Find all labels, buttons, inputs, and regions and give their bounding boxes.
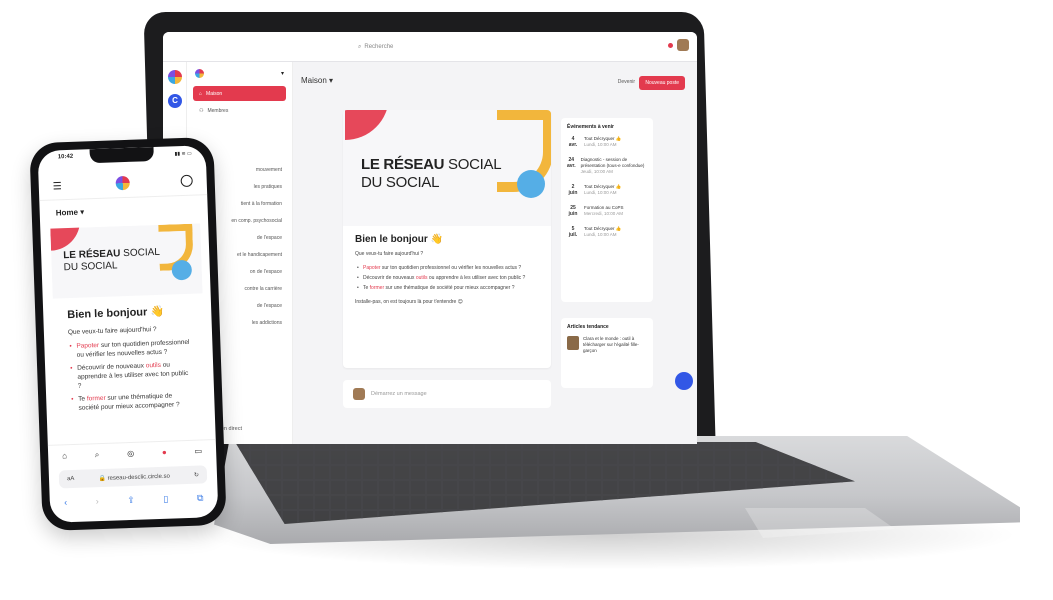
chat-icon[interactable]: ◎ (127, 449, 134, 458)
forward-icon[interactable]: › (96, 496, 99, 506)
home-icon: ⌂ (199, 90, 203, 97)
share-icon[interactable]: ⇪ (127, 494, 135, 505)
text-size-button[interactable]: aA (67, 476, 75, 482)
phone-notch (89, 146, 154, 164)
event-date: 24 avr. (567, 157, 576, 169)
list-item: Te former sur une thématique de société … (56, 388, 207, 415)
event-date: 2 juin (568, 184, 578, 196)
phone: 10:42 ▮▮ ≋ ▭ ☰ Home ▾ LE RÉSEAU SOCIAL D… (29, 136, 227, 532)
brand-logo-icon (195, 68, 204, 78)
list-item[interactable]: 25 juin Formation au CoPS Mercredi, 10:00 … (567, 205, 647, 217)
reload-icon[interactable]: ↻ (194, 471, 199, 478)
search-icon: ⌕ (358, 43, 362, 50)
url-text: 🔒 reseau-desclic.circle.so (98, 473, 170, 482)
banner: LE RÉSEAU SOCIAL DU SOCIAL (343, 110, 551, 226)
laptop-screen: ⌕ Recherche C ▾ ⌂ Maison ⚇ Membres mouve… (163, 32, 697, 444)
message-input[interactable]: Démarrez un message (343, 380, 551, 408)
chevron-down-icon: ▾ (280, 70, 284, 77)
sidebar-item-membres[interactable]: ⚇ Membres (193, 103, 286, 118)
tabs-icon[interactable]: ⧉ (197, 492, 204, 503)
notification-icon[interactable]: ● (162, 448, 167, 457)
lock-icon: 🔒 (98, 475, 107, 482)
page-title[interactable]: Maison ▾ (301, 76, 333, 85)
user-icon[interactable] (180, 174, 193, 188)
status-time: 10:42 (57, 153, 74, 161)
messages-icon[interactable]: ▭ (194, 446, 202, 455)
articles-title: Articles tendance (567, 324, 609, 330)
link-former[interactable]: former (87, 395, 106, 403)
upcoming-events: Événements à venir 4 avr. Tout Décryquer … (561, 118, 653, 302)
list-item[interactable]: 4 avr. Tout Décryquer 👍 Lundi, 10:00 AM (567, 136, 647, 148)
search-icon[interactable]: ⌕ (95, 450, 100, 460)
banner-blue-shape (517, 170, 545, 198)
avatar (353, 388, 365, 400)
link-papoter[interactable]: Papoter (363, 265, 381, 271)
chat-fab-button[interactable] (675, 372, 693, 390)
trending-articles: Articles tendance Clara et le monde : ou… (561, 318, 653, 388)
link-outils[interactable]: outils (416, 275, 428, 281)
event-date: 4 avr. (568, 136, 578, 148)
welcome-question: Que veux-tu faire aujourd'hui ? (355, 251, 424, 257)
banner-title: LE RÉSEAU SOCIAL DU SOCIAL (63, 246, 161, 274)
phone-header: ☰ (38, 167, 208, 202)
menu-icon[interactable]: ☰ (53, 181, 62, 192)
welcome-ending: Installe-pas, on est toujours là pour t'… (355, 299, 463, 305)
browser-url-bar[interactable]: aA 🔒 reseau-desclic.circle.so ↻ (58, 465, 208, 489)
link-papoter[interactable]: Papoter (76, 342, 99, 350)
welcome-card: LE RÉSEAU SOCIAL DU SOCIAL Bien le bonjo… (343, 110, 551, 368)
browser-toolbar: ‹ › ⇪ ▯ ⧉ (50, 489, 218, 511)
brand-logo-icon[interactable] (115, 175, 130, 191)
event-date: 5 juil. (568, 226, 578, 238)
banner-red-shape (345, 110, 389, 140)
phone-bottom-nav: ⌂ ⌕ ◎ ● ▭ (47, 439, 217, 467)
bookmarks-icon[interactable]: ▯ (163, 493, 168, 504)
list-item: Découvrir de nouveaux outils ou apprendr… (343, 273, 551, 283)
community-logo-icon[interactable] (168, 70, 182, 84)
welcome-card: LE RÉSEAU SOCIAL DU SOCIAL Bien le bonjo… (50, 223, 208, 439)
members-icon: ⚇ (199, 107, 204, 114)
community-c-icon[interactable]: C (168, 94, 182, 108)
notification-dot-icon[interactable] (668, 42, 673, 48)
banner: LE RÉSEAU SOCIAL DU SOCIAL (50, 223, 203, 299)
page-title[interactable]: Home ▾ (56, 207, 85, 217)
sidebar-header[interactable]: ▾ (187, 62, 292, 84)
list-item[interactable]: 2 juin Tout Décryquer 👍 Lundi, 10:00 AM (567, 184, 647, 196)
list-item[interactable]: 24 avr. Diagnostic - session de présentat… (567, 157, 647, 175)
search-placeholder: Recherche (364, 44, 394, 50)
welcome-title: Bien le bonjour 👋 (355, 234, 444, 245)
list-item[interactable]: 5 juil. Tout Décryquer 👍 Lundi, 10:00 AM (567, 226, 647, 238)
link-outils[interactable]: outils (146, 362, 161, 370)
top-right-actions (668, 39, 689, 51)
banner-red-shape (50, 223, 82, 251)
become-button[interactable]: Devenir (618, 79, 635, 85)
banner-title: LE RÉSEAU SOCIAL DU SOCIAL (361, 156, 502, 191)
phone-screen: 10:42 ▮▮ ≋ ▭ ☰ Home ▾ LE RÉSEAU SOCIAL D… (37, 145, 219, 523)
event-date: 25 juin (568, 205, 578, 217)
list-item: Te former sur une thématique de société … (343, 283, 551, 293)
home-icon[interactable]: ⌂ (62, 451, 67, 460)
events-title: Événements à venir (567, 124, 614, 130)
list-item: Papoter sur ton quotidien professionnel … (343, 263, 551, 273)
status-icons: ▮▮ ≋ ▭ (174, 150, 192, 158)
article-thumbnail (567, 336, 579, 350)
search-bar[interactable]: ⌕ Recherche (358, 40, 508, 54)
sidebar-item-maison[interactable]: ⌂ Maison (193, 86, 286, 101)
new-post-button[interactable]: Nouveau poste (639, 76, 685, 90)
avatar[interactable] (677, 39, 689, 51)
list-item[interactable]: Clara et le monde : outil à télécharger … (567, 336, 647, 354)
banner-blue-shape (171, 259, 193, 281)
link-former[interactable]: former (370, 285, 384, 291)
chevron-down-icon: ▾ (329, 76, 334, 85)
top-bar: ⌕ Recherche (163, 32, 697, 62)
back-icon[interactable]: ‹ (64, 497, 67, 507)
